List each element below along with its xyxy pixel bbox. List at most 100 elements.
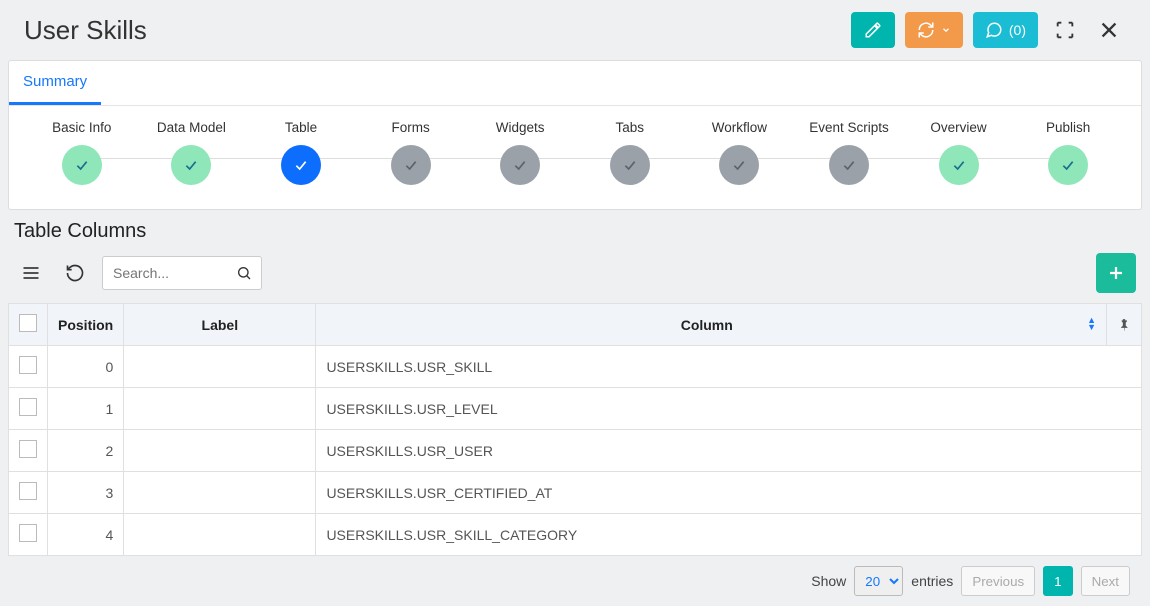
row-checkbox[interactable]	[19, 398, 37, 416]
row-position: 2	[48, 430, 124, 472]
step-label: Workflow	[712, 120, 767, 135]
pager: Show 20 entries Previous 1 Next	[8, 556, 1142, 606]
table-row[interactable]: 2 USERSKILLS.USR_USER	[9, 430, 1142, 472]
pin-icon[interactable]	[1117, 318, 1131, 332]
row-checkbox-cell	[9, 472, 48, 514]
step-label: Data Model	[157, 120, 226, 135]
table-row[interactable]: 4 USERSKILLS.USR_SKILL_CATEGORY	[9, 514, 1142, 556]
menu-icon	[21, 263, 41, 283]
step-forms[interactable]: Forms	[356, 120, 466, 185]
next-page-button[interactable]: Next	[1081, 566, 1130, 596]
page-header: User Skills (0)	[0, 0, 1150, 60]
menu-button[interactable]	[14, 256, 48, 290]
refresh-icon	[65, 263, 85, 283]
row-position: 4	[48, 514, 124, 556]
refresh-button[interactable]	[58, 256, 92, 290]
step-tabs[interactable]: Tabs	[575, 120, 685, 185]
row-checkbox[interactable]	[19, 482, 37, 500]
step-label: Table	[285, 120, 317, 135]
row-label	[124, 346, 316, 388]
step-circle	[1048, 145, 1088, 185]
columns-table: Position Label Column ▲▼ 0USERSKILLS.USR…	[8, 303, 1142, 556]
row-column: USERSKILLS.USR_LEVEL	[316, 388, 1142, 430]
table-row[interactable]: 3 USERSKILLS.USR_CERTIFIED_AT	[9, 472, 1142, 514]
tabs: Summary	[9, 61, 1141, 106]
step-label: Widgets	[496, 120, 545, 135]
header-actions: (0)	[851, 12, 1126, 48]
step-label: Publish	[1046, 120, 1090, 135]
step-publish[interactable]: Publish	[1013, 120, 1123, 185]
row-position: 0	[48, 346, 124, 388]
select-all-checkbox[interactable]	[19, 314, 37, 332]
row-position: 3	[48, 472, 124, 514]
row-label	[124, 430, 316, 472]
chevron-down-icon	[941, 25, 951, 35]
step-label: Tabs	[616, 120, 645, 135]
table-row[interactable]: 1 USERSKILLS.USR_LEVEL	[9, 388, 1142, 430]
tab-summary[interactable]: Summary	[9, 61, 101, 105]
edit-button[interactable]	[851, 12, 895, 48]
fullscreen-icon	[1054, 19, 1076, 41]
row-checkbox-cell	[9, 514, 48, 556]
step-circle	[171, 145, 211, 185]
plus-icon	[1107, 264, 1125, 282]
close-button[interactable]	[1092, 13, 1126, 47]
table-columns-section: Table Columns	[8, 220, 1142, 606]
sort-icon: ▲▼	[1087, 317, 1096, 331]
step-table[interactable]: Table	[246, 120, 356, 185]
step-overview[interactable]: Overview	[904, 120, 1014, 185]
step-circle	[939, 145, 979, 185]
section-toolbar	[8, 249, 1142, 303]
row-column: USERSKILLS.USR_CERTIFIED_AT	[316, 472, 1142, 514]
pencil-icon	[864, 21, 882, 39]
row-column: USERSKILLS.USR_SKILL_CATEGORY	[316, 514, 1142, 556]
page-1-button[interactable]: 1	[1043, 566, 1072, 596]
step-circle	[281, 145, 321, 185]
fullscreen-button[interactable]	[1048, 13, 1082, 47]
close-icon	[1098, 19, 1120, 41]
search-input[interactable]	[102, 256, 262, 290]
comments-count: (0)	[1009, 22, 1026, 38]
step-label: Event Scripts	[809, 120, 889, 135]
row-checkbox[interactable]	[19, 356, 37, 374]
summary-panel: Summary Basic Info Data Model Table Forms Wi…	[8, 60, 1142, 210]
sync-icon	[917, 21, 935, 39]
sync-dropdown-button[interactable]	[905, 12, 963, 48]
row-column: USERSKILLS.USR_USER	[316, 430, 1142, 472]
header-column-text: Column	[681, 317, 733, 333]
table-row[interactable]: 0USERSKILLS.USR_SKILL	[9, 346, 1142, 388]
add-button[interactable]	[1096, 253, 1136, 293]
step-label: Forms	[391, 120, 429, 135]
header-pin	[1107, 304, 1142, 346]
header-column[interactable]: Column ▲▼	[316, 304, 1107, 346]
header-label[interactable]: Label	[124, 304, 316, 346]
step-widgets[interactable]: Widgets	[465, 120, 575, 185]
page-size-select[interactable]: 20	[854, 566, 903, 596]
step-circle	[62, 145, 102, 185]
step-label: Overview	[930, 120, 986, 135]
step-data-model[interactable]: Data Model	[137, 120, 247, 185]
previous-page-button[interactable]: Previous	[961, 566, 1035, 596]
row-position: 1	[48, 388, 124, 430]
step-workflow[interactable]: Workflow	[685, 120, 795, 185]
row-checkbox[interactable]	[19, 524, 37, 542]
comments-button[interactable]: (0)	[973, 12, 1038, 48]
row-checkbox-cell	[9, 430, 48, 472]
row-label	[124, 388, 316, 430]
header-position[interactable]: Position	[48, 304, 124, 346]
row-label	[124, 514, 316, 556]
step-label: Basic Info	[52, 120, 111, 135]
page-title: User Skills	[24, 15, 147, 46]
step-circle	[719, 145, 759, 185]
step-circle	[829, 145, 869, 185]
step-circle	[610, 145, 650, 185]
step-basic-info[interactable]: Basic Info	[27, 120, 137, 185]
row-label	[124, 472, 316, 514]
pager-show-label: Show	[811, 573, 846, 589]
step-wizard: Basic Info Data Model Table Forms Widgets Tab…	[9, 106, 1141, 209]
step-event-scripts[interactable]: Event Scripts	[794, 120, 904, 185]
row-checkbox[interactable]	[19, 440, 37, 458]
step-circle	[391, 145, 431, 185]
step-circle	[500, 145, 540, 185]
comment-icon	[985, 21, 1003, 39]
